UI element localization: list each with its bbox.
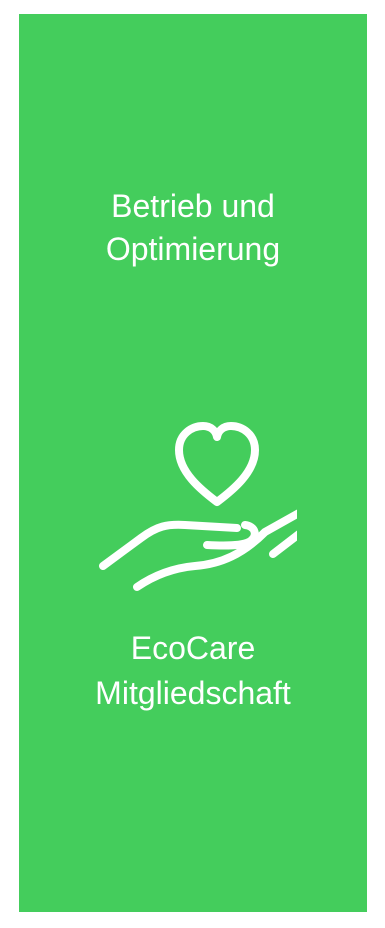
heart-in-hand-icon [97,404,297,604]
service-card[interactable]: Betrieb und Optimierung EcoCare Mitglied… [19,14,367,912]
card-subtitle: EcoCare Mitgliedschaft [95,630,291,711]
card-title: Betrieb und Optimierung [105,188,281,267]
